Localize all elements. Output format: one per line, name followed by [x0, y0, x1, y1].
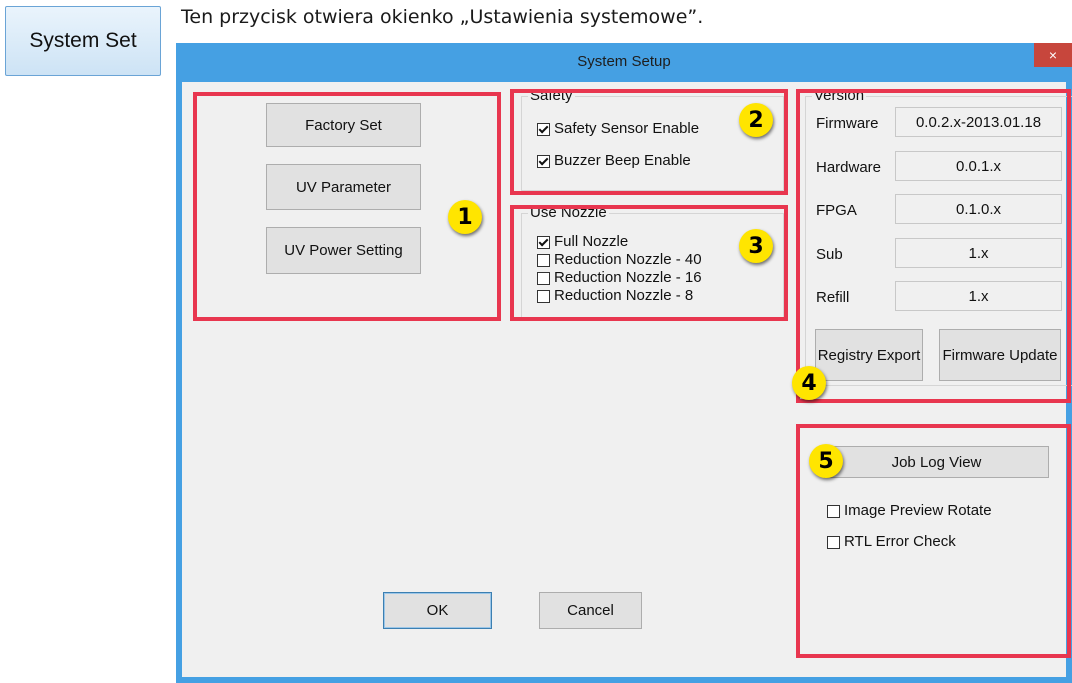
badge-1: 1: [448, 200, 482, 234]
ok-button[interactable]: OK: [383, 592, 492, 629]
badge-4: 4: [792, 366, 826, 400]
system-set-button[interactable]: System Set: [5, 6, 161, 76]
close-icon: ×: [1048, 47, 1058, 63]
close-button[interactable]: ×: [1034, 43, 1072, 67]
dialog-title: System Setup: [577, 53, 671, 70]
annotation-box-3: [510, 205, 788, 321]
annotation-box-4: [796, 89, 1071, 403]
badge-2: 2: [739, 103, 773, 137]
cancel-button[interactable]: Cancel: [539, 592, 642, 629]
dialog-titlebar: System Setup ×: [176, 43, 1072, 82]
badge-3: 3: [739, 229, 773, 263]
badge-5: 5: [809, 444, 843, 478]
caption-text: Ten przycisk otwiera okienko „Ustawienia…: [181, 6, 704, 28]
